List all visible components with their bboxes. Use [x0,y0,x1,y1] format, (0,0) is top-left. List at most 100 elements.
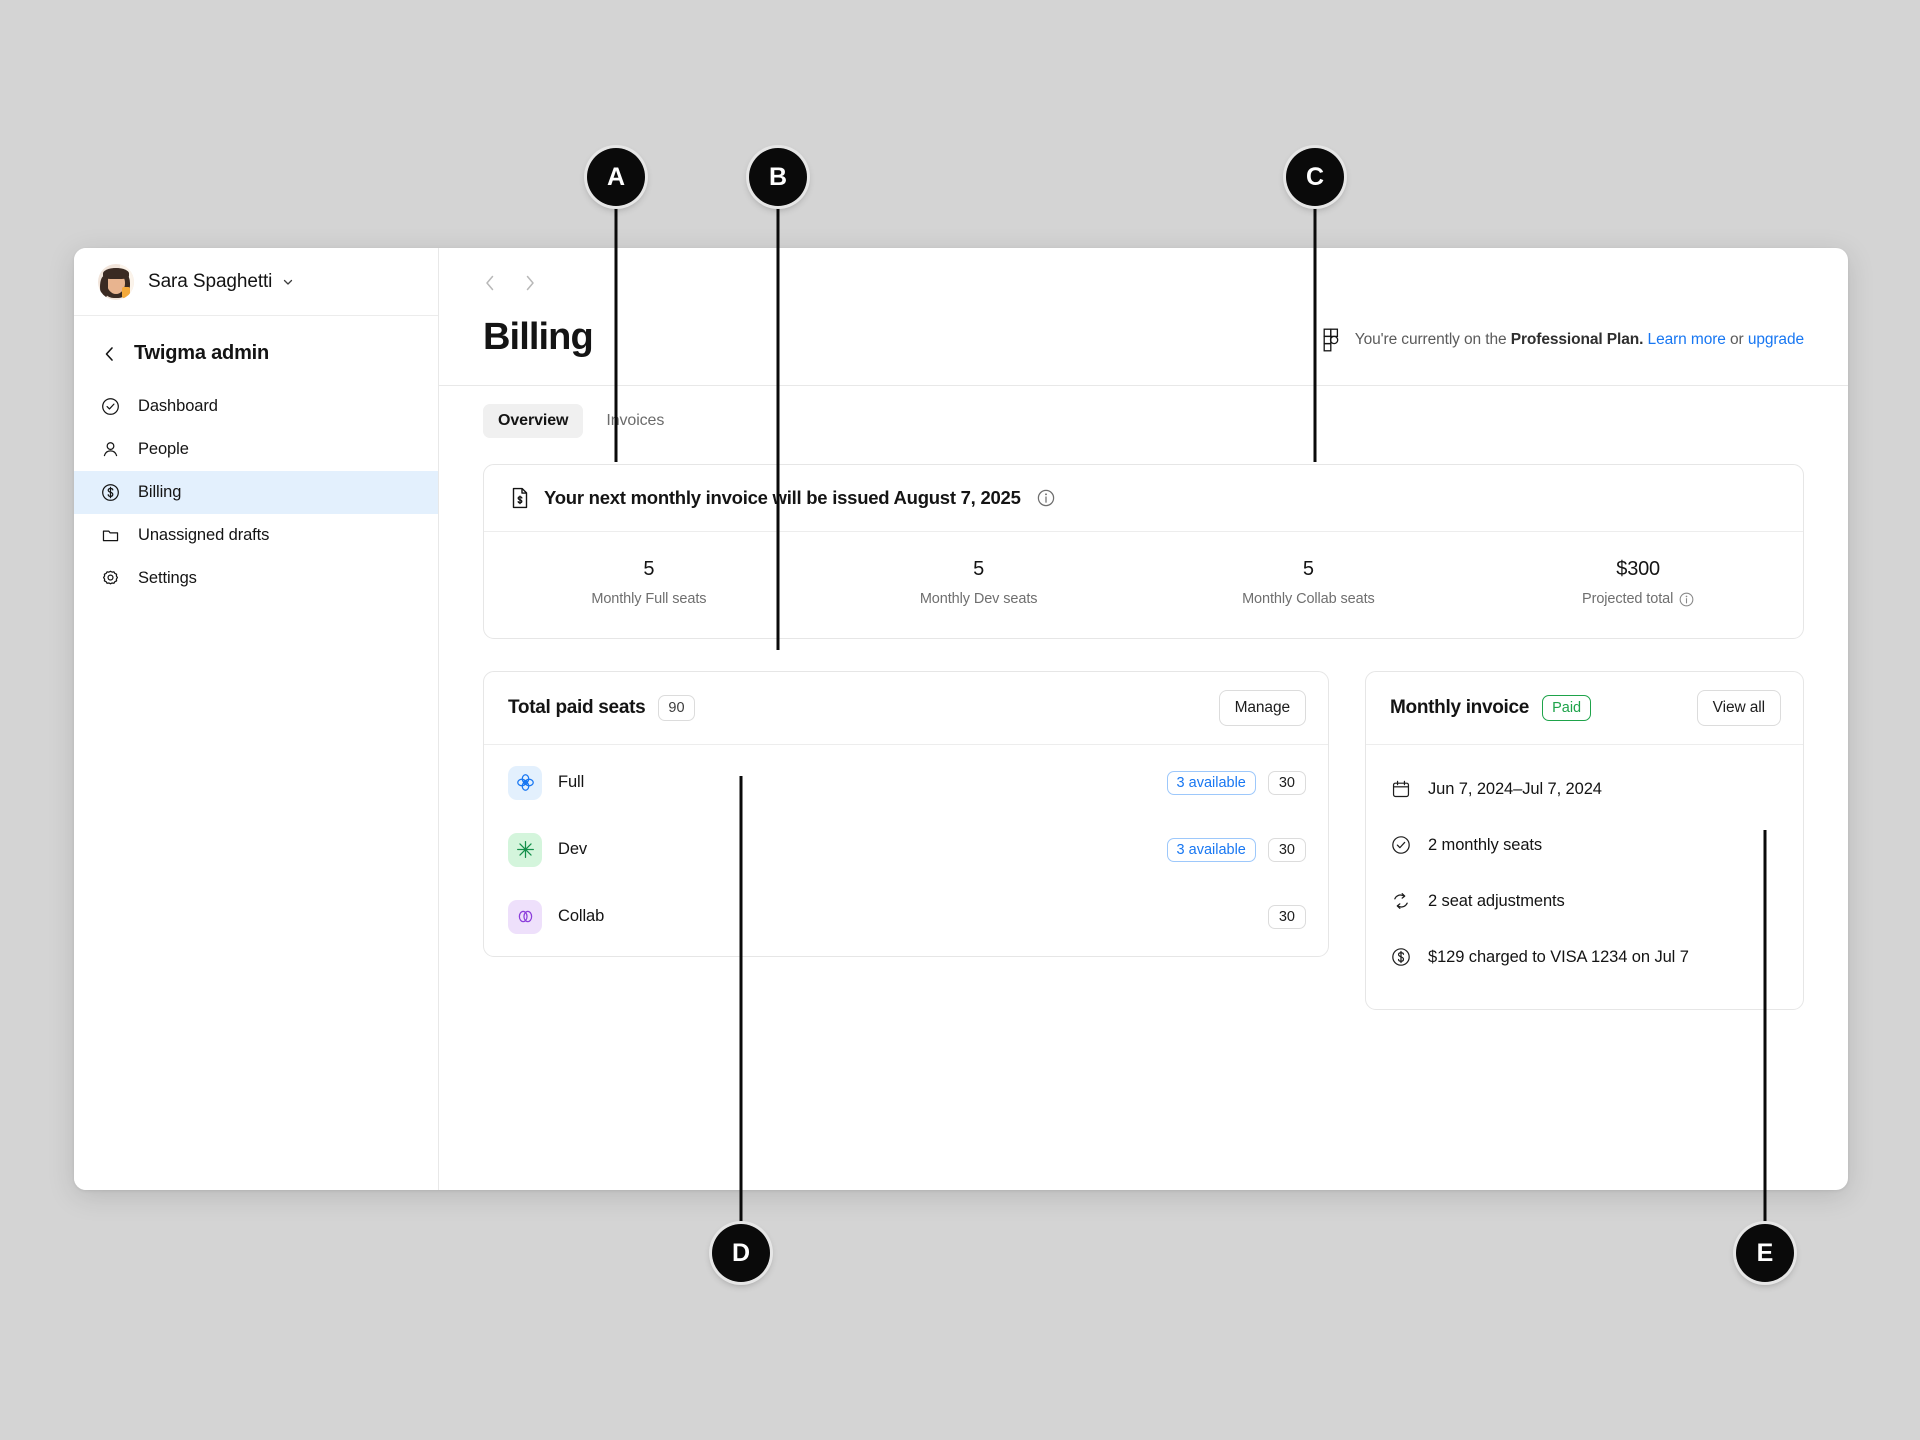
sidebar-back-row[interactable]: Twigma admin [74,332,438,375]
user-menu[interactable]: Sara Spaghetti [74,248,438,316]
next-invoice-card: Your next monthly invoice will be issued… [483,464,1804,639]
invoice-detail-text: 2 monthly seats [1428,835,1543,854]
total-paid-seats-column: Total paid seats 90 Manage Full 3 availa… [483,671,1329,1010]
stat-projected-total: $300 Projected total [1473,558,1803,608]
dollar-circle-icon [1390,946,1412,968]
seat-count-badge: 30 [1267,837,1306,862]
sidebar-item-label: Unassigned drafts [138,526,270,544]
total-paid-seats-header: Total paid seats 90 Manage [484,672,1328,745]
stat-value: $300 [1616,558,1660,580]
tab-overview[interactable]: Overview [483,404,584,438]
monthly-invoice-header: Monthly invoice Paid View all [1366,672,1803,745]
sidebar-item-billing[interactable]: Billing [74,471,438,514]
cards-row: Total paid seats 90 Manage Full 3 availa… [483,671,1804,1010]
callout-B-label: B [749,148,807,206]
chevron-down-icon [284,279,293,285]
monthly-invoice-card: Monthly invoice Paid View all Jun 7, 202… [1365,671,1804,1010]
seat-count-badge: 30 [1267,904,1306,929]
manage-button[interactable]: Manage [1218,690,1306,726]
next-invoice-header: Your next monthly invoice will be issued… [484,465,1803,532]
seat-name: Full [558,773,585,791]
seat-count-badge: 30 [1267,770,1306,795]
invoice-detail-adjustments: 2 seat adjustments [1390,873,1779,929]
sidebar-item-dashboard[interactable]: Dashboard [74,385,438,428]
check-circle-icon [100,397,120,417]
seat-available-badge: 3 available [1166,837,1256,862]
card-title: Monthly invoice [1390,697,1530,718]
card-title: Total paid seats [508,697,646,718]
nav-forward-button[interactable] [523,274,537,292]
folder-icon [100,526,120,546]
stat-monthly-dev-seats: 5 Monthly Dev seats [814,558,1144,608]
sidebar-item-unassigned-drafts[interactable]: Unassigned drafts [74,514,438,557]
total-seats-badge: 90 [658,694,695,722]
seat-available-badge: 3 available [1166,770,1256,795]
stat-value: 5 [643,558,655,580]
learn-more-link[interactable]: Learn more [1648,331,1726,348]
callout-E: E [1736,830,1794,1282]
full-seat-icon [508,765,542,800]
sidebar: Sara Spaghetti Twigma admin Dashboard Pe… [74,248,439,1190]
callout-C: C [1286,148,1344,462]
callout-B: B [749,148,807,650]
view-all-button[interactable]: View all [1696,690,1781,726]
calendar-icon [1390,778,1412,800]
sidebar-item-label: Settings [138,569,197,587]
invoice-detail-charge: $129 charged to VISA 1234 on Jul 7 [1390,929,1779,985]
check-circle-icon [1390,834,1412,856]
user-name: Sara Spaghetti [148,270,273,292]
invoice-detail-period: Jun 7, 2024–Jul 7, 2024 [1390,761,1779,817]
plan-notice: You're currently on the Professional Pla… [1323,327,1804,359]
stat-value: 5 [1302,558,1314,580]
stat-monthly-collab-seats: 5 Monthly Collab seats [1144,558,1474,608]
callout-A-label: A [587,148,645,206]
collab-seat-icon [508,899,542,934]
tab-invoices[interactable]: Invoices [591,404,679,438]
seat-row-full[interactable]: Full 3 available 30 [484,749,1328,816]
upgrade-link[interactable]: upgrade [1748,331,1804,348]
nav-back-button[interactable] [483,274,497,292]
stat-monthly-full-seats: 5 Monthly Full seats [484,558,814,608]
gear-icon [100,569,120,589]
seat-stats-row: 5 Monthly Full seats 5 Monthly Dev seats… [484,532,1803,638]
chevron-left-icon [100,346,118,362]
invoice-detail-text: 2 seat adjustments [1428,891,1565,910]
stat-label-wrap: Projected total [1582,591,1694,607]
invoice-detail-text: Jun 7, 2024–Jul 7, 2024 [1428,779,1602,798]
info-icon[interactable] [1679,592,1694,607]
seat-name: Dev [558,840,588,858]
callout-E-label: E [1736,1224,1794,1282]
person-icon [100,440,120,460]
stat-label: Projected total [1582,591,1674,607]
sidebar-item-people[interactable]: People [74,428,438,471]
plan-name: Professional Plan. [1510,331,1644,348]
screenshot-stage: A B C Sara Spaghetti Twigma admin Dashbo… [0,0,1920,1440]
callout-C-label: C [1286,148,1344,206]
page-title: Billing [483,316,594,358]
tab-bar: Overview Invoices [439,386,1848,438]
invoice-document-icon [510,487,530,509]
avatar [98,263,134,300]
main-header: Billing You're currently on the Professi… [439,248,1848,385]
sidebar-item-label: Dashboard [138,397,218,415]
main-content: Billing You're currently on the Professi… [439,248,1848,1190]
seat-row-dev[interactable]: Dev 3 available 30 [484,816,1328,883]
monthly-invoice-column: Monthly invoice Paid View all Jun 7, 202… [1365,671,1804,1010]
plan-or: or [1725,331,1748,348]
callout-A: A [587,148,645,462]
seat-row-collab[interactable]: Collab 30 [484,883,1328,950]
plan-text: You're currently on the Professional Pla… [1355,331,1804,349]
info-icon[interactable] [1037,489,1055,507]
figma-logo-icon [1323,327,1341,353]
dev-seat-icon [508,832,542,867]
callout-D-label: D [712,1224,770,1282]
status-badge: Paid [1542,694,1592,722]
sidebar-item-label: People [138,440,189,458]
page-title-row: Billing You're currently on the Professi… [483,296,1804,385]
invoice-detail-text: $129 charged to VISA 1234 on Jul 7 [1428,947,1689,966]
sidebar-item-settings[interactable]: Settings [74,557,438,600]
sidebar-nav: Twigma admin Dashboard People Billing Un… [74,316,438,600]
stat-label: Monthly Full seats [591,591,707,607]
plan-prefix: You're currently on the [1354,331,1511,348]
stat-label: Monthly Collab seats [1242,591,1375,607]
